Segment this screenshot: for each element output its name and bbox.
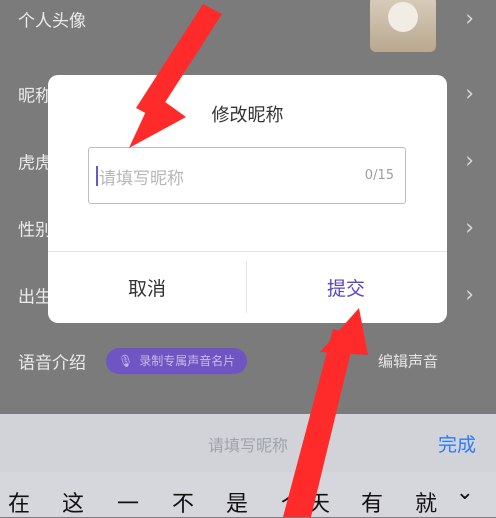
chevron-down-icon[interactable]: ⌄ (456, 480, 474, 505)
settings-row-voice[interactable]: 语音介绍 🎙 录制专属声音名片 编辑声音 (0, 326, 496, 396)
row-label: 性别 (18, 220, 52, 241)
candidate-word[interactable]: 有 (361, 486, 383, 518)
row-label: 个人头像 (18, 11, 86, 32)
record-voice-card-button[interactable]: 🎙 录制专属声音名片 (106, 348, 248, 374)
candidate-word[interactable]: 天 (308, 486, 330, 518)
nickname-placeholder: 请填写昵称 (99, 169, 184, 189)
text-caret (96, 166, 98, 186)
voice-badge-label: 录制专属声音名片 (139, 354, 236, 368)
settings-row-avatar[interactable]: 个人头像 › (0, 0, 496, 54)
avatar (370, 0, 436, 52)
candidate-word[interactable]: 在 (8, 486, 30, 518)
chevron-right-icon: › (465, 148, 474, 174)
chevron-right-icon: › (465, 282, 474, 308)
nickname-input[interactable]: 请填写昵称 0/15 (88, 147, 406, 204)
cancel-button[interactable]: 取消 (48, 252, 246, 323)
candidate-word[interactable]: 就 (415, 486, 437, 518)
candidate-word[interactable]: 个 (281, 486, 303, 518)
char-counter: 0/15 (364, 168, 394, 183)
row-label: 昵称 (18, 86, 52, 107)
dialog-title: 修改昵称 (211, 105, 284, 126)
row-label: 出生 (18, 287, 52, 308)
chevron-right-icon: › (465, 81, 474, 107)
done-button[interactable]: 完成 (438, 430, 476, 457)
keyboard-candidate-bar: 在 这 一 不 是 个 天 有 就 ⌄ (0, 472, 496, 517)
microphone-icon: 🎙 (118, 354, 134, 368)
edit-nickname-dialog: 修改昵称 请填写昵称 0/15 取消 提交 (48, 75, 447, 323)
row-label: 虎虎 (18, 153, 52, 174)
edit-voice-link[interactable]: 编辑声音 (378, 351, 438, 372)
keyboard-input-toolbar: 请填写昵称 完成 (0, 414, 496, 472)
candidate-word[interactable]: 一 (117, 486, 139, 518)
chevron-right-icon: › (465, 6, 474, 32)
chevron-right-icon: › (465, 215, 474, 241)
candidate-word[interactable]: 是 (226, 486, 248, 518)
row-label: 语音介绍 (18, 353, 86, 374)
submit-button[interactable]: 提交 (247, 252, 445, 323)
candidate-word[interactable]: 不 (172, 486, 194, 518)
candidate-word[interactable]: 这 (62, 486, 84, 518)
toolbar-placeholder[interactable]: 请填写昵称 (0, 432, 496, 456)
